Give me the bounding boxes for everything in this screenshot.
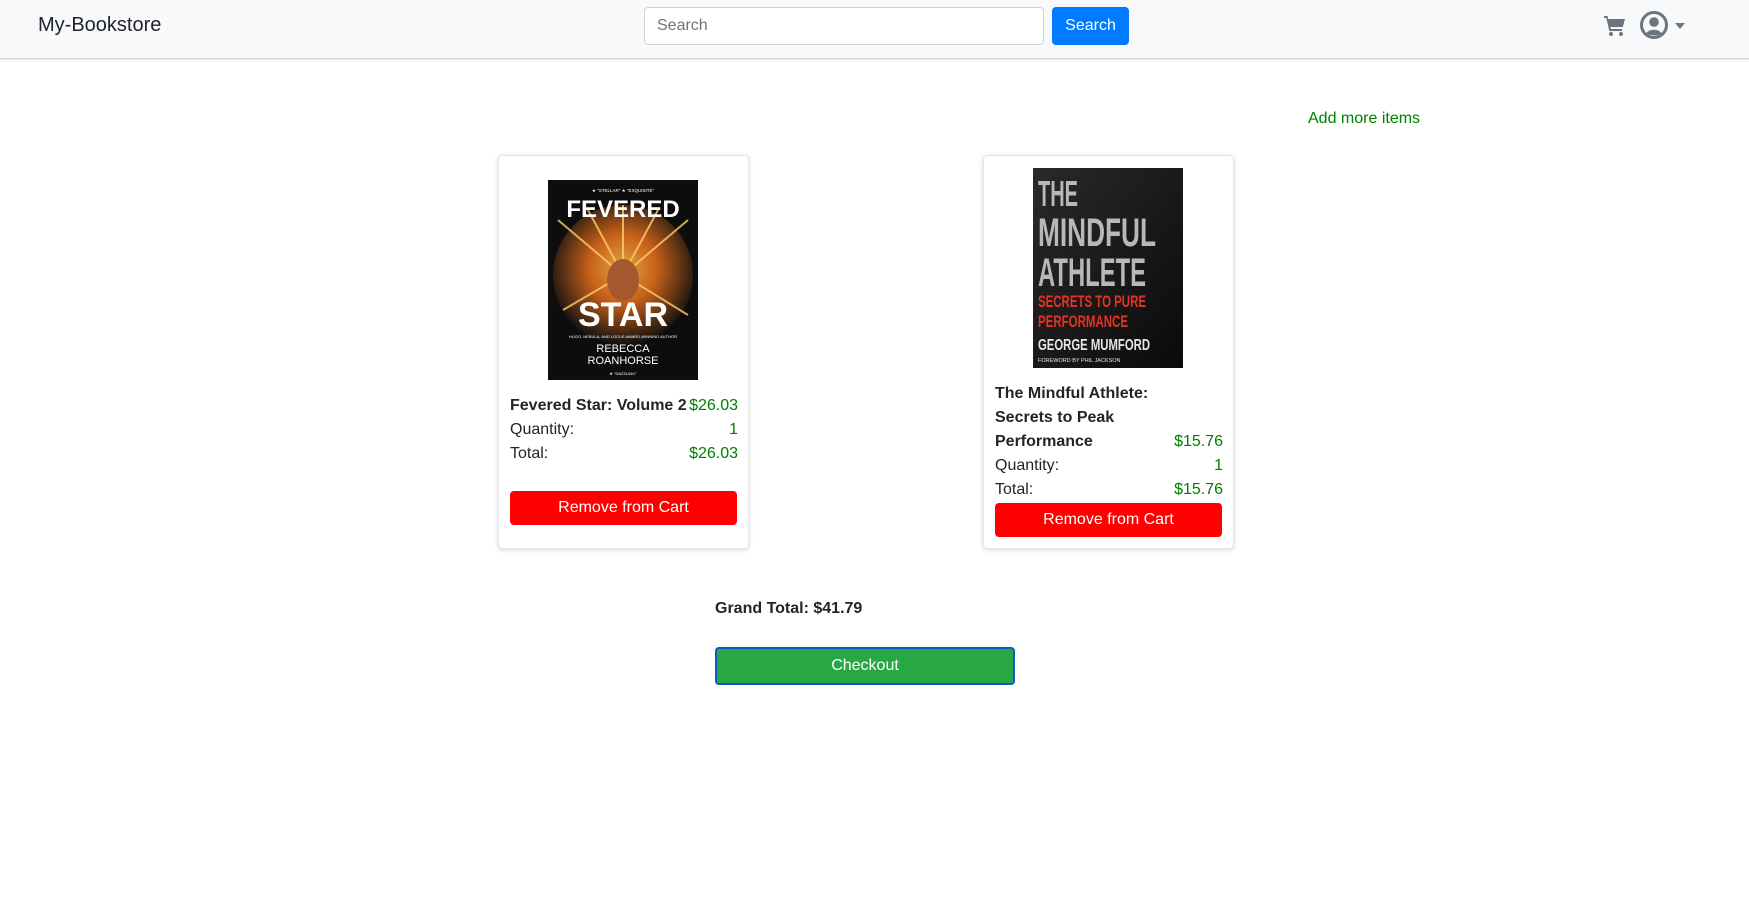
cover-author-last: ROANHORSE [588, 355, 659, 367]
cover-author-first: REBECCA [596, 343, 650, 355]
item-info: Fevered Star: Volume 2 $26.03 Quantity: … [510, 394, 738, 466]
total-value: $26.03 [689, 445, 738, 462]
cart-item-card: ★ "STELLAR" ★ "EXQUISITE" FEVERED STAR H… [498, 155, 749, 549]
quantity-value: 1 [1214, 457, 1223, 474]
add-more-items-link[interactable]: Add more items [1308, 110, 1420, 128]
item-title-row: Fevered Star: Volume 2 $26.03 [510, 394, 738, 418]
cover-title-line1: THE [1038, 173, 1078, 214]
book-cover-mindful-athlete: THE MINDFUL ATHLETE SECRETS TO PURE PERF… [1033, 168, 1183, 368]
quantity-label: Quantity: [510, 421, 575, 438]
shopping-cart-icon[interactable] [1603, 13, 1627, 37]
item-price: $26.03 [689, 397, 738, 414]
remove-from-cart-button[interactable]: Remove from Cart [510, 491, 737, 525]
cover-subtitle-line1: SECRETS TO PURE [1038, 292, 1146, 311]
item-quantity-row: Quantity: 1 [995, 454, 1223, 478]
cover-top-quotes: ★ "STELLAR" ★ "EXQUISITE" [592, 188, 655, 193]
item-price: $15.76 [1174, 433, 1223, 450]
total-label: Total: [995, 481, 1034, 498]
item-info: The Mindful Athlete: Secrets to Peak Per… [995, 382, 1223, 502]
quantity-label: Quantity: [995, 457, 1060, 474]
item-title: The Mindful Athlete: Secrets to Peak Per… [995, 385, 1149, 450]
cart-item-card: THE MINDFUL ATHLETE SECRETS TO PURE PERF… [983, 155, 1234, 549]
search-input[interactable] [644, 7, 1044, 45]
total-label: Total: [510, 445, 549, 462]
chevron-down-icon[interactable] [1675, 23, 1685, 29]
total-value: $15.76 [1174, 481, 1223, 498]
book-cover-fevered-star: ★ "STELLAR" ★ "EXQUISITE" FEVERED STAR H… [548, 180, 698, 380]
cover-title-line2: STAR [578, 296, 668, 334]
user-circle-icon[interactable] [1640, 11, 1668, 39]
cover-bottom-quote: ★ "DAZZLING" [609, 371, 637, 376]
cover-title-line2: MINDFUL [1038, 211, 1156, 255]
cover-foreword: FOREWORD BY PHIL JACKSON [1038, 358, 1121, 364]
cover-title-line3: ATHLETE [1038, 251, 1146, 295]
top-navbar: My-Bookstore Search [0, 0, 1749, 59]
item-title-row: The Mindful Athlete: Secrets to Peak Per… [995, 382, 1223, 454]
grand-total: Grand Total: $41.79 [715, 600, 863, 617]
checkout-button[interactable]: Checkout [715, 647, 1015, 685]
search-button[interactable]: Search [1052, 7, 1129, 45]
cover-tagline: HUGO, NEBULA, AND LOCUS AWARD-WINNING AU… [569, 334, 677, 339]
item-total-row: Total: $15.76 [995, 478, 1223, 502]
item-quantity-row: Quantity: 1 [510, 418, 738, 442]
cover-author: GEORGE MUMFORD [1038, 337, 1150, 354]
quantity-value: 1 [729, 421, 738, 438]
item-title: Fevered Star: Volume 2 [510, 397, 687, 414]
cover-title-line1: FEVERED [566, 196, 679, 223]
item-total-row: Total: $26.03 [510, 442, 738, 466]
brand-link[interactable]: My-Bookstore [38, 14, 161, 37]
cover-subtitle-line2: PERFORMANCE [1038, 312, 1128, 331]
remove-from-cart-button[interactable]: Remove from Cart [995, 503, 1222, 537]
